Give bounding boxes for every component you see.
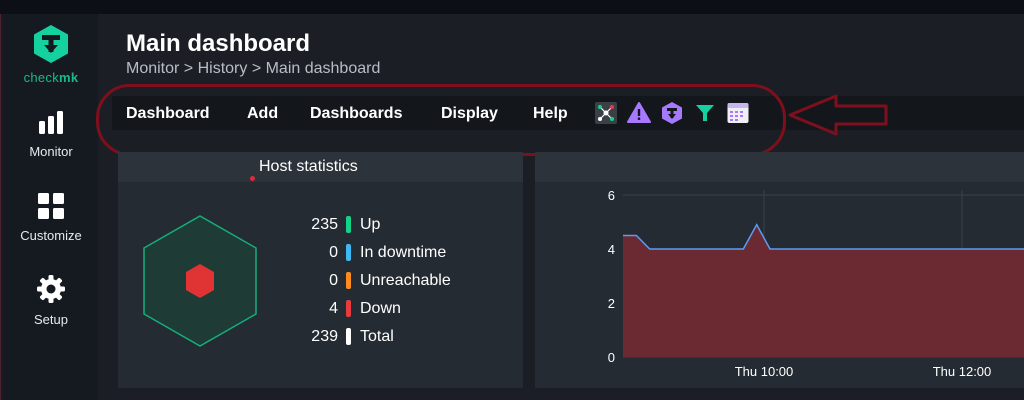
warning-icon[interactable] [627,101,651,125]
grid-icon [38,193,64,219]
menu-dashboards[interactable]: Dashboards [310,105,402,123]
x-tick-label: Thu 10:00 [735,364,794,379]
filter-icon[interactable] [693,101,717,125]
menu-display[interactable]: Display [441,105,498,123]
annotation-arrow-icon [788,94,888,136]
x-tick-label: Thu 12:00 [933,364,992,379]
status-color-bar [346,300,351,317]
window-top-strip [0,0,1024,14]
sidebar-item-monitor[interactable]: Monitor [4,110,98,159]
stat-label: Total [360,328,394,345]
status-color-bar [346,216,351,233]
gear-icon [37,275,65,303]
y-tick-label: 2 [608,296,615,311]
checkmk-logo-icon [34,25,68,63]
sidebar-item-label: Monitor [29,144,73,159]
status-color-bar [346,328,351,345]
stat-row-in-downtime[interactable]: 0 In downtime [268,242,508,264]
sidebar: checkmk Monitor Customize Setup [4,14,98,400]
stat-count: 0 [329,244,338,261]
y-tick-label: 0 [608,350,615,365]
bar-chart-icon [39,111,63,134]
stat-row-down[interactable]: 4 Down [268,298,508,320]
status-dot [250,176,255,181]
dashlet-header: Host statistics [118,152,523,182]
graph-area [623,224,1024,357]
stat-label: In downtime [360,244,447,261]
stat-row-total[interactable]: 239 Total [268,326,508,348]
dashlet-title: Host statistics [259,158,358,175]
logo-text: checkmk [23,70,79,85]
breadcrumb[interactable]: Monitor > History > Main dashboard [126,60,380,78]
menu-add[interactable]: Add [247,105,278,123]
stat-row-up[interactable]: 235 Up [268,214,508,236]
status-color-bar [346,272,351,289]
network-map-icon[interactable] [594,101,618,125]
graph-line [623,223,1024,250]
sidebar-item-label: Setup [34,312,68,327]
sidebar-item-label: Customize [20,228,82,243]
stat-row-unreachable[interactable]: 0 Unreachable [268,270,508,292]
stat-count: 235 [311,216,338,233]
stat-label: Up [360,216,381,233]
graph-plot[interactable]: 0 2 4 6 Thu 10:00 Thu 12:00 [535,152,1024,388]
host-hexagon[interactable] [140,212,260,350]
sidebar-item-customize[interactable]: Customize [4,192,98,243]
host-statistics-dashlet: Host statistics 235 Up 0 In downtime 0 U… [118,152,523,388]
y-tick-label: 4 [608,242,615,257]
stat-label: Unreachable [360,272,451,289]
stat-count: 239 [311,328,338,345]
calendar-icon[interactable] [726,101,750,125]
menu-dashboard[interactable]: Dashboard [126,105,210,123]
y-tick-label: 6 [608,188,615,203]
stat-count: 0 [329,272,338,289]
checkmk-logo[interactable]: checkmk [4,24,98,85]
sidebar-item-setup[interactable]: Setup [4,274,98,327]
stat-label: Down [360,300,401,317]
menu-help[interactable]: Help [533,105,568,123]
page-title: Main dashboard [126,30,311,57]
stat-count: 4 [329,300,338,317]
status-color-bar [346,244,351,261]
checkmk-icon[interactable] [660,101,684,125]
host-problems-graph-dashlet: 0 2 4 6 Thu 10:00 Thu 12:00 [535,152,1024,388]
